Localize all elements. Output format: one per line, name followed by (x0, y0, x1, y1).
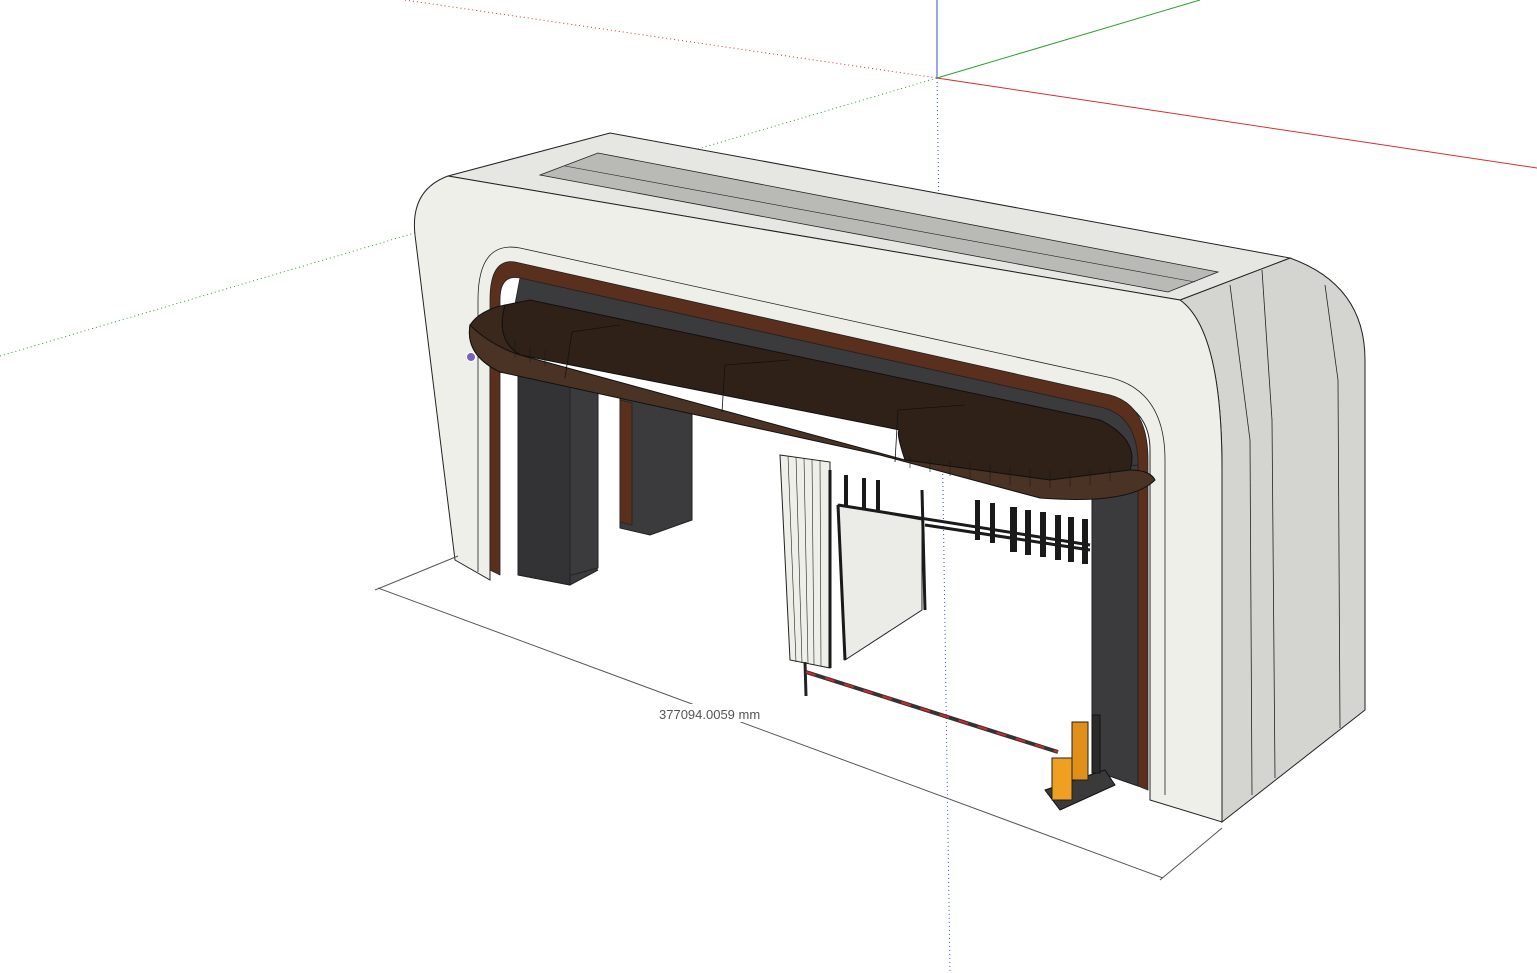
red-axis (936, 77, 1537, 169)
left-pillar-2-trim (619, 399, 633, 526)
dimension-ext-left (374, 555, 459, 591)
model-scene[interactable]: 377094.0059 mm (0, 0, 1537, 973)
left-pillar-1-front (517, 369, 571, 586)
barrier-post-right (1091, 714, 1101, 774)
barrier-body-rear[interactable] (1071, 721, 1089, 781)
dimension-ext-right (1159, 827, 1223, 881)
green-axis (936, 0, 1201, 79)
dimension-label[interactable]: 377094.0059 mm (659, 707, 760, 722)
booth-cylinder[interactable] (779, 454, 831, 669)
dimension-line[interactable] (377, 587, 1164, 879)
booth-wall[interactable] (837, 504, 923, 661)
barrier-post[interactable] (803, 661, 808, 697)
red-axis-dotted (404, 0, 938, 79)
vertex-marker[interactable] (466, 352, 476, 362)
sketchup-viewport[interactable]: 377094.0059 mm (0, 0, 1537, 973)
barrier-body-front[interactable] (1051, 757, 1073, 801)
